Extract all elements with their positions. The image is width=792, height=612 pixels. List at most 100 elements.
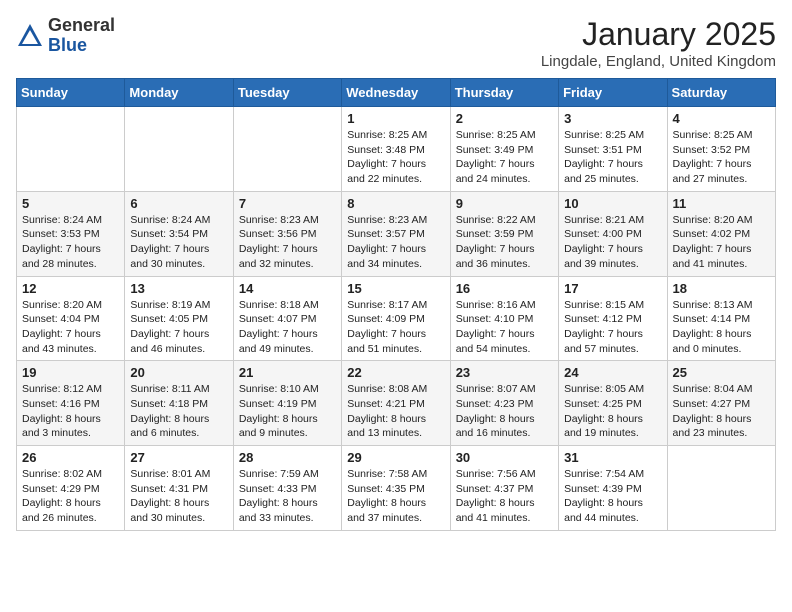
- week-row-1: 1 Sunrise: 8:25 AM Sunset: 3:48 PM Daylig…: [17, 107, 776, 192]
- day-number: 30: [456, 450, 553, 465]
- logo-icon: [16, 22, 44, 50]
- day-number: 23: [456, 365, 553, 380]
- week-row-3: 12 Sunrise: 8:20 AM Sunset: 4:04 PM Dayli…: [17, 276, 776, 361]
- calendar-cell: 30 Sunrise: 7:56 AM Sunset: 4:37 PM Dayli…: [450, 446, 558, 531]
- day-number: 11: [673, 196, 770, 211]
- day-number: 28: [239, 450, 336, 465]
- day-info: Sunrise: 8:13 AM Sunset: 4:14 PM Dayligh…: [673, 298, 770, 357]
- day-number: 5: [22, 196, 119, 211]
- day-info: Sunrise: 8:07 AM Sunset: 4:23 PM Dayligh…: [456, 382, 553, 441]
- day-number: 19: [22, 365, 119, 380]
- calendar-cell: [233, 107, 341, 192]
- day-info: Sunrise: 7:58 AM Sunset: 4:35 PM Dayligh…: [347, 467, 444, 526]
- day-number: 2: [456, 111, 553, 126]
- weekday-header-friday: Friday: [559, 79, 667, 107]
- calendar-cell: 17Sunrise: 8:15 AM Sunset: 4:12 PM Dayli…: [559, 276, 667, 361]
- calendar-cell: 16Sunrise: 8:16 AM Sunset: 4:10 PM Dayli…: [450, 276, 558, 361]
- day-info: Sunrise: 7:54 AM Sunset: 4:39 PM Dayligh…: [564, 467, 661, 526]
- calendar-cell: 18Sunrise: 8:13 AM Sunset: 4:14 PM Dayli…: [667, 276, 775, 361]
- day-info: Sunrise: 8:08 AM Sunset: 4:21 PM Dayligh…: [347, 382, 444, 441]
- day-number: 1: [347, 111, 444, 126]
- calendar-cell: 2 Sunrise: 8:25 AM Sunset: 3:49 PM Daylig…: [450, 107, 558, 192]
- calendar-cell: 12 Sunrise: 8:20 AM Sunset: 4:04 PM Dayli…: [17, 276, 125, 361]
- day-number: 9: [456, 196, 553, 211]
- weekday-header-row: SundayMondayTuesdayWednesdayThursdayFrid…: [17, 79, 776, 107]
- logo-blue: Blue: [48, 35, 87, 55]
- day-info: Sunrise: 8:21 AM Sunset: 4:00 PM Dayligh…: [564, 213, 661, 272]
- day-info: Sunrise: 8:22 AM Sunset: 3:59 PM Dayligh…: [456, 213, 553, 272]
- day-number: 13: [130, 281, 227, 296]
- calendar-cell: 21 Sunrise: 8:10 AM Sunset: 4:19 PM Dayli…: [233, 361, 341, 446]
- day-info: Sunrise: 8:25 AM Sunset: 3:51 PM Dayligh…: [564, 128, 661, 187]
- day-info: Sunrise: 8:24 AM Sunset: 3:54 PM Dayligh…: [130, 213, 227, 272]
- calendar-cell: 24 Sunrise: 8:05 AM Sunset: 4:25 PM Dayli…: [559, 361, 667, 446]
- logo-general: General: [48, 15, 115, 35]
- day-number: 17: [564, 281, 661, 296]
- week-row-5: 26 Sunrise: 8:02 AM Sunset: 4:29 PM Dayli…: [17, 446, 776, 531]
- day-info: Sunrise: 8:04 AM Sunset: 4:27 PM Dayligh…: [673, 382, 770, 441]
- day-info: Sunrise: 8:10 AM Sunset: 4:19 PM Dayligh…: [239, 382, 336, 441]
- calendar-cell: 3 Sunrise: 8:25 AM Sunset: 3:51 PM Daylig…: [559, 107, 667, 192]
- day-info: Sunrise: 8:17 AM Sunset: 4:09 PM Dayligh…: [347, 298, 444, 357]
- calendar-cell: 25 Sunrise: 8:04 AM Sunset: 4:27 PM Dayli…: [667, 361, 775, 446]
- day-number: 26: [22, 450, 119, 465]
- day-info: Sunrise: 8:23 AM Sunset: 3:57 PM Dayligh…: [347, 213, 444, 272]
- day-info: Sunrise: 8:12 AM Sunset: 4:16 PM Dayligh…: [22, 382, 119, 441]
- calendar-cell: 11Sunrise: 8:20 AM Sunset: 4:02 PM Dayli…: [667, 191, 775, 276]
- calendar-cell: 22 Sunrise: 8:08 AM Sunset: 4:21 PM Dayli…: [342, 361, 450, 446]
- calendar-cell: 7Sunrise: 8:23 AM Sunset: 3:56 PM Daylig…: [233, 191, 341, 276]
- location: Lingdale, England, United Kingdom: [541, 53, 776, 70]
- month-title: January 2025: [541, 16, 776, 53]
- calendar-cell: 10 Sunrise: 8:21 AM Sunset: 4:00 PM Dayli…: [559, 191, 667, 276]
- weekday-header-thursday: Thursday: [450, 79, 558, 107]
- calendar-cell: 8 Sunrise: 8:23 AM Sunset: 3:57 PM Daylig…: [342, 191, 450, 276]
- calendar-cell: 19 Sunrise: 8:12 AM Sunset: 4:16 PM Dayli…: [17, 361, 125, 446]
- day-info: Sunrise: 7:59 AM Sunset: 4:33 PM Dayligh…: [239, 467, 336, 526]
- day-number: 25: [673, 365, 770, 380]
- day-info: Sunrise: 8:25 AM Sunset: 3:52 PM Dayligh…: [673, 128, 770, 187]
- day-number: 8: [347, 196, 444, 211]
- calendar-cell: [667, 446, 775, 531]
- day-info: Sunrise: 8:25 AM Sunset: 3:49 PM Dayligh…: [456, 128, 553, 187]
- week-row-2: 5Sunrise: 8:24 AM Sunset: 3:53 PM Daylig…: [17, 191, 776, 276]
- day-info: Sunrise: 8:19 AM Sunset: 4:05 PM Dayligh…: [130, 298, 227, 357]
- week-row-4: 19 Sunrise: 8:12 AM Sunset: 4:16 PM Dayli…: [17, 361, 776, 446]
- calendar-cell: 31Sunrise: 7:54 AM Sunset: 4:39 PM Dayli…: [559, 446, 667, 531]
- calendar-cell: 27Sunrise: 8:01 AM Sunset: 4:31 PM Dayli…: [125, 446, 233, 531]
- day-number: 10: [564, 196, 661, 211]
- logo: General Blue: [16, 16, 115, 56]
- calendar-cell: 13 Sunrise: 8:19 AM Sunset: 4:05 PM Dayli…: [125, 276, 233, 361]
- calendar-cell: 1 Sunrise: 8:25 AM Sunset: 3:48 PM Daylig…: [342, 107, 450, 192]
- day-info: Sunrise: 8:18 AM Sunset: 4:07 PM Dayligh…: [239, 298, 336, 357]
- day-info: Sunrise: 8:20 AM Sunset: 4:04 PM Dayligh…: [22, 298, 119, 357]
- calendar-cell: [125, 107, 233, 192]
- day-info: Sunrise: 8:11 AM Sunset: 4:18 PM Dayligh…: [130, 382, 227, 441]
- day-number: 12: [22, 281, 119, 296]
- day-number: 16: [456, 281, 553, 296]
- calendar-cell: 15 Sunrise: 8:17 AM Sunset: 4:09 PM Dayli…: [342, 276, 450, 361]
- day-info: Sunrise: 8:02 AM Sunset: 4:29 PM Dayligh…: [22, 467, 119, 526]
- weekday-header-monday: Monday: [125, 79, 233, 107]
- day-info: Sunrise: 8:01 AM Sunset: 4:31 PM Dayligh…: [130, 467, 227, 526]
- page-header: General Blue January 2025 Lingdale, Engl…: [16, 16, 776, 70]
- day-info: Sunrise: 8:23 AM Sunset: 3:56 PM Dayligh…: [239, 213, 336, 272]
- day-number: 14: [239, 281, 336, 296]
- day-info: Sunrise: 8:05 AM Sunset: 4:25 PM Dayligh…: [564, 382, 661, 441]
- calendar-cell: 4 Sunrise: 8:25 AM Sunset: 3:52 PM Daylig…: [667, 107, 775, 192]
- day-number: 22: [347, 365, 444, 380]
- calendar-cell: 26 Sunrise: 8:02 AM Sunset: 4:29 PM Dayli…: [17, 446, 125, 531]
- calendar-cell: 29Sunrise: 7:58 AM Sunset: 4:35 PM Dayli…: [342, 446, 450, 531]
- day-number: 24: [564, 365, 661, 380]
- day-number: 15: [347, 281, 444, 296]
- weekday-header-saturday: Saturday: [667, 79, 775, 107]
- calendar-cell: 6Sunrise: 8:24 AM Sunset: 3:54 PM Daylig…: [125, 191, 233, 276]
- day-number: 21: [239, 365, 336, 380]
- calendar-cell: 14 Sunrise: 8:18 AM Sunset: 4:07 PM Dayli…: [233, 276, 341, 361]
- calendar-cell: 20Sunrise: 8:11 AM Sunset: 4:18 PM Dayli…: [125, 361, 233, 446]
- day-info: Sunrise: 8:25 AM Sunset: 3:48 PM Dayligh…: [347, 128, 444, 187]
- day-number: 3: [564, 111, 661, 126]
- day-info: Sunrise: 7:56 AM Sunset: 4:37 PM Dayligh…: [456, 467, 553, 526]
- calendar: SundayMondayTuesdayWednesdayThursdayFrid…: [16, 78, 776, 531]
- day-number: 4: [673, 111, 770, 126]
- title-area: January 2025 Lingdale, England, United K…: [541, 16, 776, 70]
